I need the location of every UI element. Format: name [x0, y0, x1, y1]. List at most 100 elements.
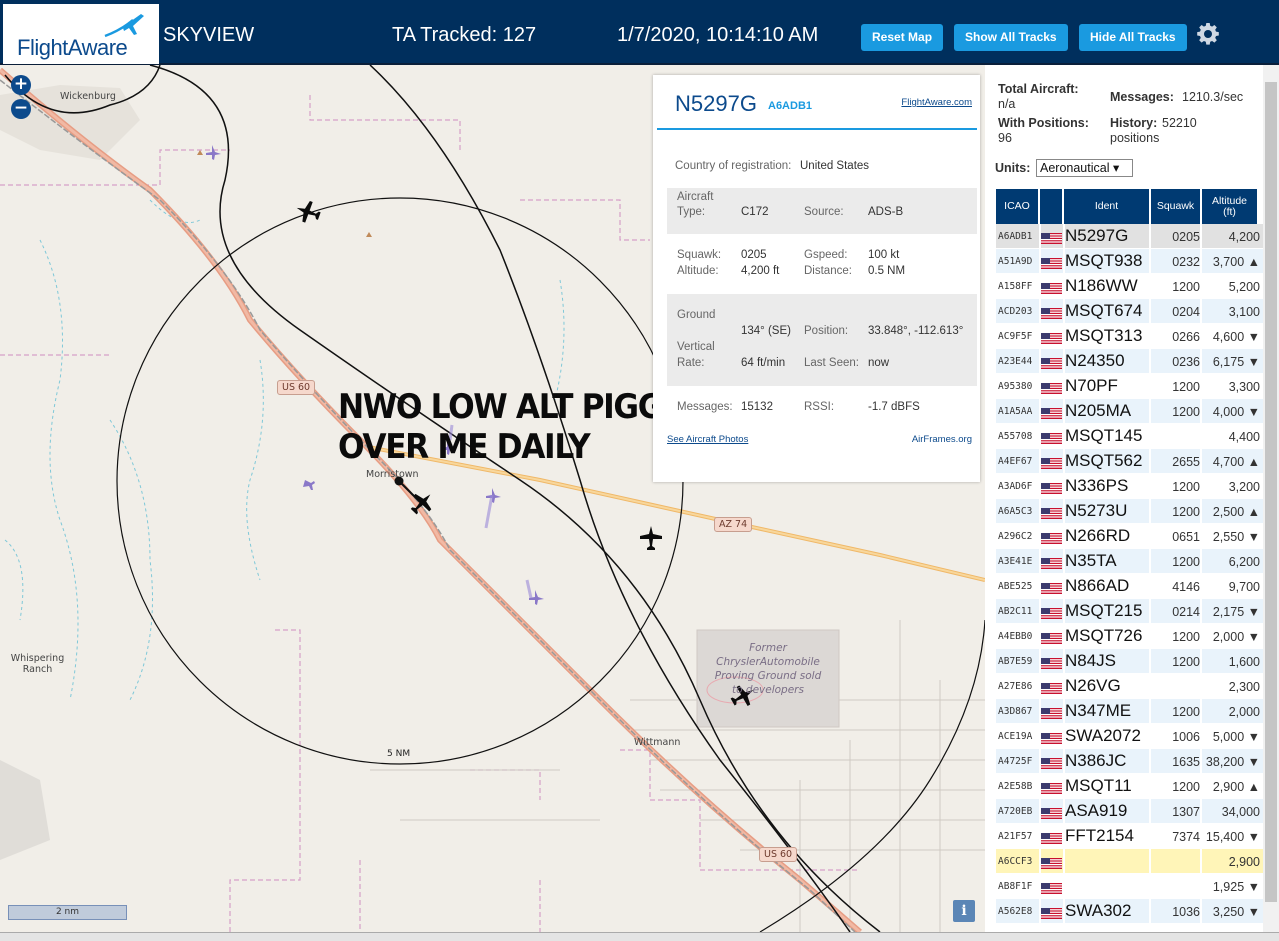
row-squawk: 1635 [1172, 755, 1200, 769]
table-row[interactable]: ABE525 N866AD 4146 9,700 [996, 574, 1263, 599]
row-altitude: 4,000 ▼ [1212, 405, 1260, 419]
row-squawk: 0236 [1172, 355, 1200, 369]
row-icao: AC9F5F [998, 331, 1033, 342]
aircraft-photos-link[interactable]: See Aircraft Photos [667, 434, 748, 445]
col-header-flag[interactable] [1040, 189, 1062, 224]
table-row[interactable]: A4EF67 MSQT562 2655 4,700 ▲ [996, 449, 1263, 474]
row-icao: A6A5C3 [998, 506, 1033, 517]
row-squawk: 1200 [1172, 555, 1200, 569]
table-row[interactable]: ACE19A SWA2072 1006 5,000 ▼ [996, 724, 1263, 749]
us-flag-icon [1041, 281, 1062, 294]
table-row[interactable]: A27E86 N26VG 2,300 [996, 674, 1263, 699]
table-row[interactable]: ACD203 MSQT674 0204 3,100 [996, 299, 1263, 324]
airframes-link[interactable]: AirFrames.org [912, 434, 972, 445]
popup-ident: N5297G [675, 91, 757, 116]
table-row[interactable]: A55708 MSQT145 4,400 [996, 424, 1263, 449]
table-row[interactable]: A720EB ASA919 1307 34,000 [996, 799, 1263, 824]
row-squawk: 1200 [1172, 405, 1200, 419]
table-row[interactable]: A4725F N386JC 1635 38,200 ▼ [996, 749, 1263, 774]
route-shield-az74: AZ 74 [714, 517, 753, 532]
table-row[interactable]: A6A5C3 N5273U 1200 2,500 ▲ [996, 499, 1263, 524]
table-row[interactable]: A296C2 N266RD 0651 2,550 ▼ [996, 524, 1263, 549]
table-row[interactable]: A51A9D MSQT938 0232 3,700 ▲ [996, 249, 1263, 274]
table-row[interactable]: AB8F1F 1,925 ▼ [996, 874, 1263, 899]
row-squawk: 1200 [1172, 380, 1200, 394]
with-positions-label: With Positions: [998, 116, 1089, 130]
table-row[interactable]: A158FF N186WW 1200 5,200 [996, 274, 1263, 299]
row-icao: A23E44 [998, 356, 1033, 367]
units-select[interactable]: Aeronautical ▾ [1036, 159, 1133, 177]
gear-icon[interactable] [1196, 22, 1220, 46]
row-icao: A158FF [998, 281, 1033, 292]
table-row[interactable]: A2E58B MSQT11 1200 2,900 ▲ [996, 774, 1263, 799]
row-ident: N84JS [1065, 651, 1117, 670]
table-row[interactable]: AB2C11 MSQT215 0214 2,175 ▼ [996, 599, 1263, 624]
row-ident: N35TA [1065, 551, 1117, 570]
col-header-icao[interactable]: ICAO [996, 189, 1038, 224]
aircraft-type-label: Aircraft Type: [677, 191, 714, 218]
table-row[interactable]: A21F57 FFT2154 7374 15,400 ▼ [996, 824, 1263, 849]
table-row[interactable]: A3E41E N35TA 1200 6,200 [996, 549, 1263, 574]
table-row[interactable]: A23E44 N24350 0236 6,175 ▼ [996, 349, 1263, 374]
row-icao: A27E86 [998, 681, 1033, 692]
row-altitude: 2,300 [1228, 680, 1260, 694]
row-icao: AB8F1F [998, 881, 1033, 892]
table-row[interactable]: A1A5AA N205MA 1200 4,000 ▼ [996, 399, 1263, 424]
row-ident: N205MA [1065, 401, 1132, 420]
row-icao: A6ADB1 [998, 231, 1033, 242]
history-value: 52210 positions [1110, 116, 1197, 145]
table-row[interactable]: A4EBB0 MSQT726 1200 2,000 ▼ [996, 624, 1263, 649]
table-row[interactable]: AB7E59 N84JS 1200 1,600 [996, 649, 1263, 674]
row-ident: SWA302 [1065, 901, 1132, 920]
popup-divider [657, 128, 977, 130]
row-icao: AB7E59 [998, 656, 1033, 667]
zoom-in-button[interactable]: + [11, 75, 31, 95]
row-squawk: 1200 [1172, 655, 1200, 669]
reset-map-button[interactable]: Reset Map [861, 24, 944, 51]
position-label: Position: [804, 325, 849, 337]
table-row[interactable]: AC9F5F MSQT313 0266 4,600 ▼ [996, 324, 1263, 349]
flightaware-logo[interactable]: FlightAware [3, 4, 159, 64]
popup-band-position [667, 294, 977, 386]
ground-label: Ground [677, 309, 716, 321]
sidebar-scroll-thumb[interactable] [1265, 82, 1277, 902]
col-header-altitude[interactable]: Altitude (ft) [1202, 189, 1257, 224]
altitude-label: Altitude: [677, 265, 719, 277]
table-row[interactable]: A95380 N70PF 1200 3,300 [996, 374, 1263, 399]
show-all-tracks-button[interactable]: Show All Tracks [954, 24, 1068, 51]
col-header-ident[interactable]: Ident [1064, 189, 1149, 224]
col-header-squawk[interactable]: Squawk [1151, 189, 1200, 224]
row-altitude: 4,600 ▼ [1212, 330, 1260, 344]
row-icao: ACE19A [998, 731, 1033, 742]
zoom-out-button[interactable]: − [11, 99, 31, 119]
route-shield-us60: US 60 [277, 380, 316, 395]
us-flag-icon [1041, 381, 1062, 394]
table-row[interactable]: A6CCF3 2,900 [996, 849, 1263, 874]
last-seen-label: Last Seen: [804, 357, 859, 369]
messages-value: 15132 [741, 401, 773, 413]
row-ident: FFT2154 [1065, 826, 1134, 845]
country-value: United States [800, 160, 870, 172]
table-row[interactable]: A562E8 SWA302 1036 3,250 ▼ [996, 899, 1263, 924]
row-altitude: 15,400 ▼ [1205, 830, 1260, 844]
table-row[interactable]: A3D867 N347ME 1200 2,000 [996, 699, 1263, 724]
row-squawk: 0205 [1172, 230, 1200, 244]
clock-datetime: 1/7/2020, 10:14:10 AM [617, 24, 819, 46]
distance-label: Distance: [804, 265, 852, 277]
row-icao: A2E58B [998, 781, 1033, 792]
rssi-label: RSSI: [804, 401, 835, 413]
us-flag-icon [1041, 831, 1062, 844]
hide-all-tracks-button[interactable]: Hide All Tracks [1079, 24, 1187, 51]
row-squawk: 1307 [1172, 805, 1200, 819]
us-flag-icon [1041, 531, 1062, 544]
us-flag-icon [1041, 356, 1062, 369]
gspeed-value: 100 kt [868, 249, 900, 261]
row-icao: A4EF67 [998, 456, 1033, 467]
map-info-button[interactable]: i [953, 900, 975, 922]
position-value: 33.848°, -112.613° [868, 325, 964, 337]
aircraft-detail-popup: N5297G A6ADB1 FlightAware.com Country of… [653, 75, 980, 482]
flightaware-link[interactable]: FlightAware.com [901, 97, 972, 108]
table-row[interactable]: A6ADB1 N5297G 0205 4,200 [996, 224, 1263, 249]
us-flag-icon [1041, 681, 1062, 694]
table-row[interactable]: A3AD6F N336PS 1200 3,200 [996, 474, 1263, 499]
